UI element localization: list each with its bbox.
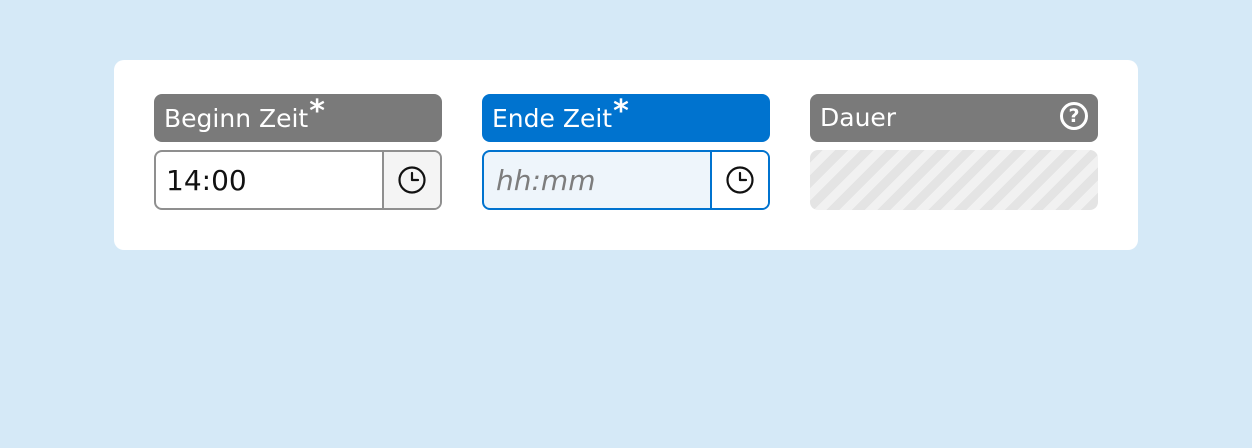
- clock-icon: [398, 166, 426, 194]
- end-time-field: Ende Zeit*: [482, 94, 770, 210]
- clock-icon: [726, 166, 754, 194]
- start-time-field: Beginn Zeit*: [154, 94, 442, 210]
- required-marker: *: [309, 94, 325, 129]
- start-time-input[interactable]: [156, 152, 382, 208]
- start-time-label: Beginn Zeit*: [154, 94, 442, 142]
- duration-field: Dauer ?: [810, 94, 1098, 210]
- time-form-card: Beginn Zeit* Ende Zeit*: [114, 60, 1138, 250]
- end-time-label: Ende Zeit*: [482, 94, 770, 142]
- duration-label-text: Dauer: [820, 103, 897, 132]
- end-time-input[interactable]: [484, 152, 710, 208]
- help-icon[interactable]: ?: [1060, 102, 1088, 130]
- start-time-clock-button[interactable]: [382, 152, 440, 208]
- duration-output-disabled: [810, 150, 1098, 210]
- end-time-input-wrap: [482, 150, 770, 210]
- required-marker: *: [613, 94, 629, 129]
- end-time-clock-button[interactable]: [710, 152, 768, 208]
- duration-label: Dauer ?: [810, 94, 1098, 142]
- end-time-label-text: Ende Zeit: [492, 104, 613, 133]
- start-time-label-text: Beginn Zeit: [164, 104, 309, 133]
- start-time-input-wrap: [154, 150, 442, 210]
